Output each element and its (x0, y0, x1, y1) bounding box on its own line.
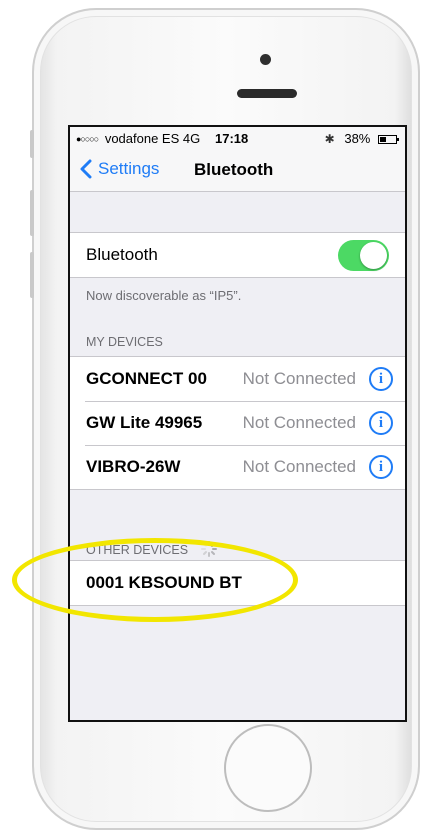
loading-spinner-icon (200, 541, 217, 557)
clock: 17:18 (215, 131, 249, 146)
mute-switch (30, 130, 34, 158)
back-button-label: Settings (98, 159, 160, 178)
device-name: 0001 KBSOUND BT (86, 573, 242, 592)
device-row-gw-lite[interactable]: GW Lite 49965 Not Connected i (70, 401, 405, 445)
earpiece-speaker (237, 89, 297, 98)
device-row-vibro[interactable]: VIBRO-26W Not Connected i (70, 445, 405, 489)
back-button[interactable]: Settings (80, 159, 159, 179)
info-icon[interactable]: i (369, 411, 393, 435)
bluetooth-toggle[interactable] (338, 240, 389, 271)
volume-up-button (30, 190, 34, 236)
battery-icon (378, 135, 399, 144)
status-bar: ●○○○○ vodafone ES 4G 17:18 ✱ 38% (70, 127, 405, 149)
other-devices-list: 0001 KBSOUND BT (70, 560, 405, 606)
chevron-left-icon (80, 159, 92, 179)
battery-percentage: 38% (344, 131, 371, 146)
bluetooth-toggle-group: Bluetooth (70, 232, 405, 278)
bluetooth-label: Bluetooth (86, 245, 158, 264)
signal-strength-icon: ●○○○○ (76, 134, 99, 144)
device-name: VIBRO-26W (86, 457, 181, 476)
volume-down-button (30, 252, 34, 298)
device-status: Not Connected (242, 457, 356, 476)
my-devices-list: GCONNECT 00 Not Connected i GW Lite 4996… (70, 356, 405, 490)
network-type: 4G (182, 131, 201, 146)
device-name: GW Lite 49965 (86, 413, 203, 432)
other-devices-label: OTHER DEVICES (86, 543, 189, 557)
info-icon[interactable]: i (369, 455, 393, 479)
device-status: Not Connected (242, 369, 356, 388)
other-devices-header: OTHER DEVICES (86, 540, 218, 558)
discoverable-footer: Now discoverable as “IP5”. (86, 288, 242, 303)
page-title: Bluetooth (194, 160, 274, 179)
navigation-bar: Settings Bluetooth (70, 149, 405, 192)
toggle-knob (360, 242, 387, 269)
device-status: Not Connected (242, 413, 356, 432)
my-devices-header: MY DEVICES (86, 335, 163, 349)
screen: ●○○○○ vodafone ES 4G 17:18 ✱ 38% Setting… (68, 125, 407, 722)
device-name: GCONNECT 00 (86, 369, 207, 388)
carrier-name: vodafone ES (104, 131, 180, 146)
home-button[interactable] (224, 724, 312, 812)
bluetooth-status-icon: ✱ (324, 132, 335, 146)
device-row-gconnect[interactable]: GCONNECT 00 Not Connected i (70, 357, 405, 401)
bluetooth-toggle-row: Bluetooth (70, 233, 405, 277)
device-row-kbsound[interactable]: 0001 KBSOUND BT (70, 561, 405, 605)
front-camera (260, 54, 271, 65)
info-icon[interactable]: i (369, 367, 393, 391)
